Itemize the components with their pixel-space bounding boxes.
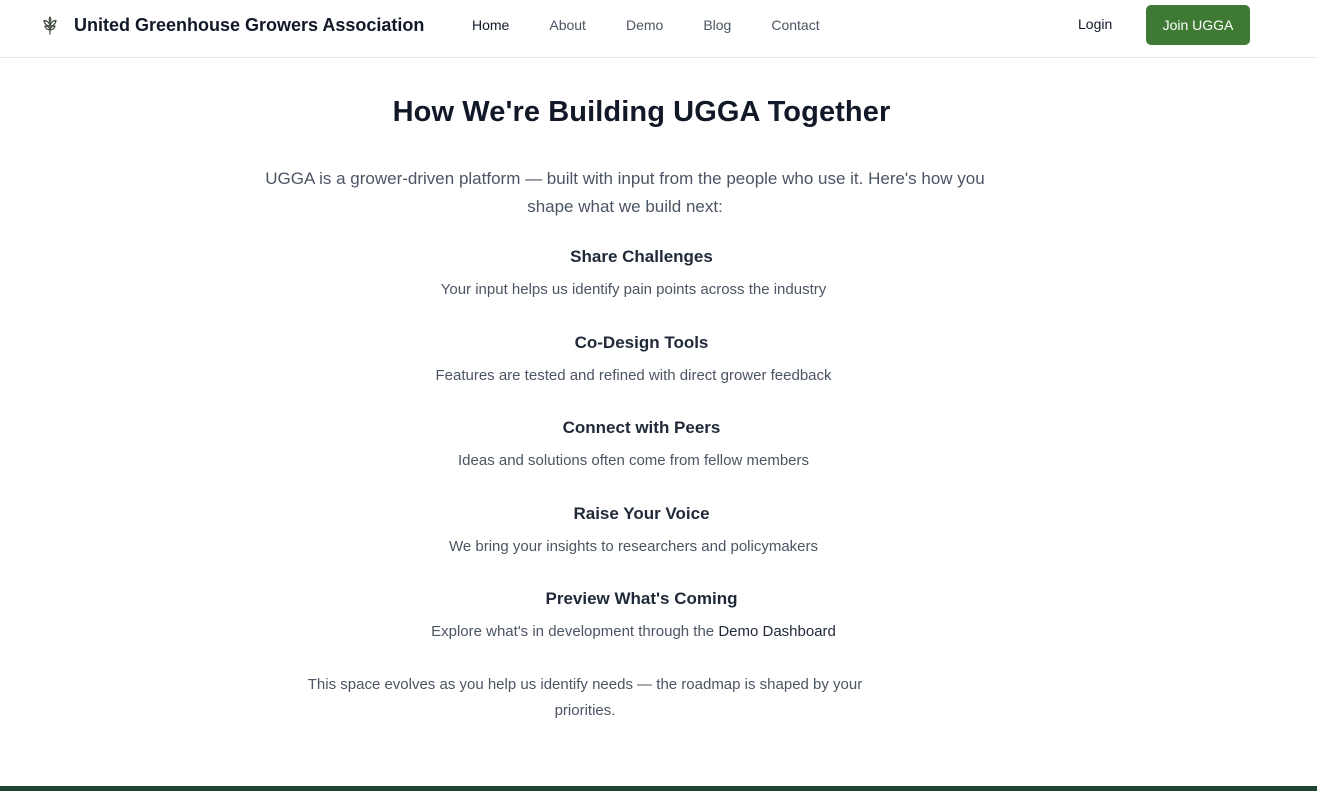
step-co-design-tools: Co-Design Tools Features are tested and …: [0, 331, 1283, 387]
step-title: Share Challenges: [570, 247, 713, 266]
site-header: United Greenhouse Growers Association Ho…: [0, 0, 1317, 58]
step-raise-your-voice: Raise Your Voice We bring your insights …: [0, 502, 1283, 558]
step-title: Co-Design Tools: [574, 333, 709, 352]
demo-dashboard-link[interactable]: Demo Dashboard: [718, 623, 836, 640]
nav-link-blog[interactable]: Blog: [703, 17, 731, 33]
step-preview-whats-coming: Preview What's Coming Explore what's in …: [0, 587, 1283, 643]
footer-strip: [0, 786, 1317, 791]
main-nav: Home About Demo Blog Contact: [472, 0, 860, 50]
step-share-challenges: Share Challenges Your input helps us ide…: [0, 245, 1283, 301]
step-description: We bring your insights to researchers an…: [448, 538, 819, 555]
brand-name: United Greenhouse Growers Association: [74, 14, 425, 35]
roadmap-footnote: This space evolves as you help us identi…: [307, 676, 863, 719]
main-content: How We're Building UGGA Together UGGA is…: [0, 58, 1317, 786]
nav-link-about[interactable]: About: [549, 17, 586, 33]
page-title: How We're Building UGGA Together: [392, 96, 891, 128]
step-title: Connect with Peers: [562, 418, 721, 437]
nav-link-demo[interactable]: Demo: [626, 17, 663, 33]
login-link[interactable]: Login: [1078, 16, 1112, 32]
brand-home-link[interactable]: United Greenhouse Growers Association: [38, 12, 424, 38]
step-title: Preview What's Coming: [545, 589, 738, 608]
intro-text: UGGA is a grower-driven platform — built…: [265, 169, 985, 216]
nav-link-home[interactable]: Home: [472, 17, 509, 33]
nav-link-contact[interactable]: Contact: [771, 17, 819, 33]
step-description: Ideas and solutions often come from fell…: [458, 452, 809, 469]
step-connect-with-peers: Connect with Peers Ideas and solutions o…: [0, 416, 1283, 472]
step-description: Explore what's in development through th…: [431, 623, 715, 640]
join-button[interactable]: Join UGGA: [1146, 5, 1250, 45]
step-description: Your input helps us identify pain points…: [440, 281, 827, 298]
leaf-sprout-icon: [38, 13, 62, 37]
step-title: Raise Your Voice: [573, 504, 710, 523]
step-description: Features are tested and refined with dir…: [435, 367, 832, 384]
